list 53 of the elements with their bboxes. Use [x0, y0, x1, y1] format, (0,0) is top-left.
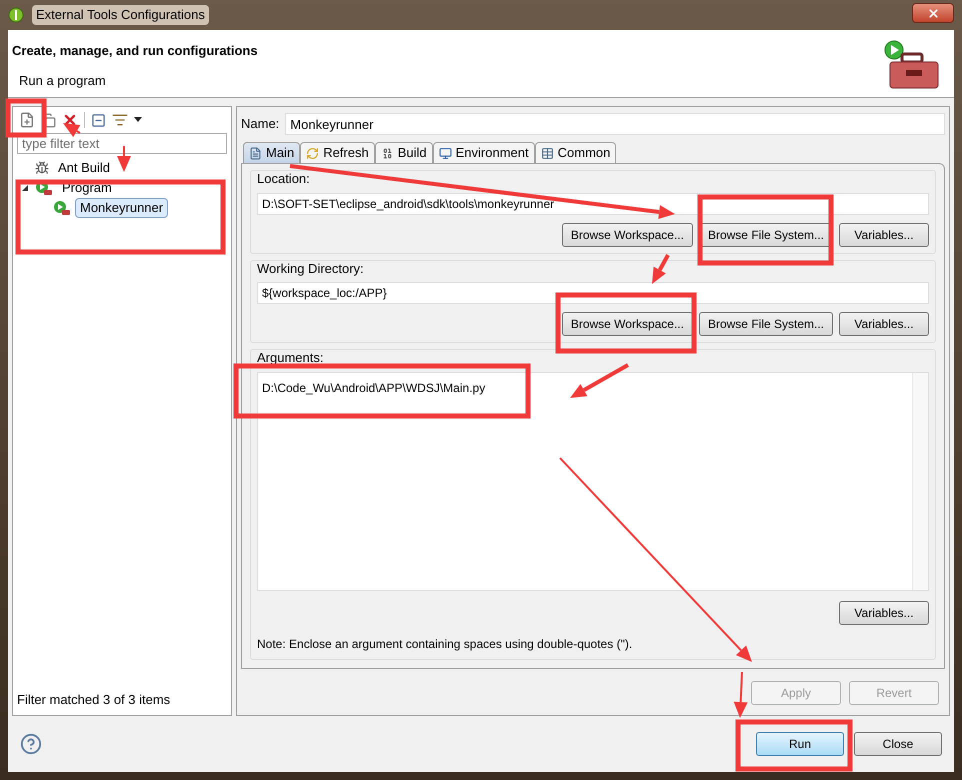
arguments-text: D:\Code_Wu\Android\APP\WDSJ\Main.py [261, 380, 486, 396]
arrow [117, 146, 131, 172]
new-config-icon[interactable] [19, 112, 35, 128]
dialog-title: Create, manage, and run configurations [12, 42, 259, 60]
ant-icon [35, 161, 49, 175]
expand-toggle-icon[interactable] [21, 184, 31, 192]
document-icon [249, 146, 262, 160]
tab[interactable]: Environment [432, 142, 535, 163]
button[interactable]: Variables... [839, 601, 929, 625]
group-label: Working Directory: [257, 260, 364, 278]
run-program-icon [53, 200, 71, 216]
filter-field[interactable]: type filter text [17, 133, 227, 154]
arrow [734, 672, 748, 718]
button[interactable]: Run [756, 732, 844, 756]
button[interactable]: Browse Workspace... [562, 222, 693, 246]
highlight-frame [6, 98, 46, 138]
arguments-field[interactable]: D:\Code_Wu\Android\APP\WDSJ\Main.py [257, 372, 929, 591]
button[interactable]: Browse File System... [698, 312, 833, 336]
tab[interactable]: Common [534, 142, 616, 163]
tab[interactable]: Build [374, 142, 433, 163]
group-label: Location: [257, 170, 310, 188]
path-field[interactable]: ${workspace_loc:/APP} [257, 282, 929, 304]
name-label: Name: [241, 115, 280, 134]
filter-icon[interactable] [112, 112, 128, 128]
tab[interactable]: Refresh [300, 142, 375, 163]
dialog-subtitle: Run a program [19, 72, 107, 90]
name-field[interactable]: Monkeyrunner [285, 113, 945, 135]
tree-item[interactable]: Monkeyrunner [75, 198, 168, 218]
button[interactable]: Close [854, 732, 942, 756]
window-title: External Tools Configurations [32, 5, 209, 25]
tree-item[interactable]: Ant Build [53, 158, 116, 178]
table-icon [540, 146, 554, 160]
caret-icon[interactable] [134, 117, 142, 123]
arrow [652, 254, 670, 284]
app-icon [8, 7, 24, 23]
refresh-icon [306, 146, 320, 160]
path-field[interactable]: D:\SOFT-SET\eclipse_android\sdk\tools\monkeyrunner [257, 192, 929, 214]
help-icon[interactable] [20, 733, 42, 755]
close-button[interactable] [912, 3, 954, 23]
binary-icon [380, 146, 394, 160]
monitor-icon [438, 146, 452, 160]
tab[interactable]: Main [243, 142, 300, 163]
button[interactable]: Variables... [839, 312, 929, 336]
collapse-icon[interactable] [91, 112, 106, 128]
scrollbar[interactable] [912, 372, 928, 590]
note-text: Note: Enclose an argument containing spaces using double-quotes ("). [257, 636, 634, 653]
button[interactable]: Browse Workspace... [562, 312, 693, 336]
button[interactable]: Variables... [839, 222, 929, 246]
filter-status: Filter matched 3 of 3 items [16, 690, 172, 708]
arrow [63, 123, 80, 138]
close-icon [926, 6, 940, 20]
arrow [570, 363, 629, 398]
group-label: Arguments: [257, 349, 324, 367]
